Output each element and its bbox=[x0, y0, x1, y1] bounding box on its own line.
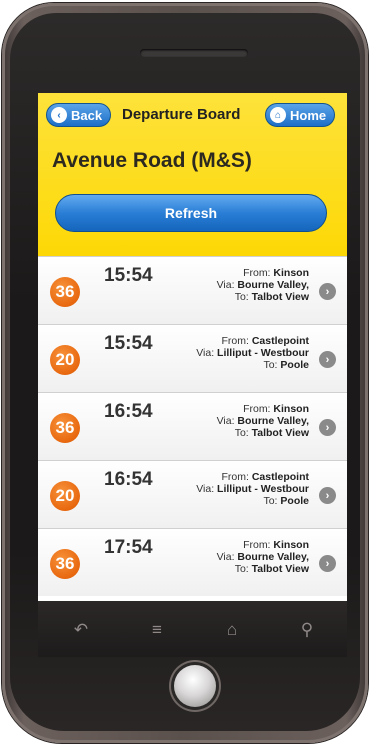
from-label: From: bbox=[243, 539, 271, 551]
home-button-label: Home bbox=[290, 107, 327, 123]
via-value: Bourne Valley, bbox=[237, 279, 309, 291]
from-value: Kinson bbox=[273, 267, 309, 279]
header-bar: ‹ Back Departure Board ⌂ Home Avenue Roa… bbox=[38, 93, 347, 256]
stop-name: Avenue Road (M&S) bbox=[52, 149, 252, 172]
refresh-button[interactable]: Refresh bbox=[55, 194, 327, 232]
chevron-left-icon: ‹ bbox=[51, 107, 67, 123]
route-badge: 20 bbox=[50, 481, 80, 511]
via-label: Via: bbox=[216, 415, 235, 427]
trackball-button[interactable] bbox=[174, 665, 216, 707]
chevron-right-icon[interactable]: › bbox=[319, 487, 336, 504]
via-label: Via: bbox=[196, 347, 215, 359]
earpiece-speaker bbox=[140, 49, 248, 57]
home-outline-icon[interactable]: ⌂ bbox=[221, 619, 243, 641]
from-value: Kinson bbox=[273, 539, 309, 551]
to-value: Poole bbox=[280, 495, 309, 507]
route-details: From: Castlepoint Via: Lilliput - Westbo… bbox=[149, 471, 309, 507]
via-value: Lilliput - Westbour bbox=[217, 347, 309, 359]
departure-list: 36 15:54 From: Kinson Via: Bourne Valley… bbox=[38, 256, 347, 596]
departure-time: 17:54 bbox=[104, 537, 153, 558]
via-label: Via: bbox=[216, 551, 235, 563]
departure-row[interactable]: 36 17:54 From: Kinson Via: Bourne Valley… bbox=[38, 528, 347, 596]
to-label: To: bbox=[234, 563, 249, 575]
route-details: From: Kinson Via: Bourne Valley, To: Tal… bbox=[149, 403, 309, 439]
back-arrow-icon[interactable]: ↶ bbox=[70, 619, 92, 641]
to-value: Talbot View bbox=[251, 291, 309, 303]
chevron-right-icon[interactable]: › bbox=[319, 351, 336, 368]
departure-row[interactable]: 36 16:54 From: Kinson Via: Bourne Valley… bbox=[38, 392, 347, 460]
menu-icon[interactable]: ≡ bbox=[146, 619, 168, 641]
app-screen: ‹ Back Departure Board ⌂ Home Avenue Roa… bbox=[38, 93, 347, 601]
departure-time: 15:54 bbox=[104, 333, 153, 354]
from-value: Kinson bbox=[273, 403, 309, 415]
via-value: Bourne Valley, bbox=[237, 415, 309, 427]
chevron-right-icon[interactable]: › bbox=[319, 419, 336, 436]
chevron-right-icon[interactable]: › bbox=[319, 283, 336, 300]
via-value: Bourne Valley, bbox=[237, 551, 309, 563]
route-details: From: Castlepoint Via: Lilliput - Westbo… bbox=[149, 335, 309, 371]
chevron-right-icon[interactable]: › bbox=[319, 555, 336, 572]
from-label: From: bbox=[221, 471, 249, 483]
departure-time: 16:54 bbox=[104, 469, 153, 490]
from-label: From: bbox=[243, 267, 271, 279]
to-value: Talbot View bbox=[251, 563, 309, 575]
departure-row[interactable]: 20 16:54 From: Castlepoint Via: Lilliput… bbox=[38, 460, 347, 528]
to-label: To: bbox=[263, 495, 278, 507]
to-value: Talbot View bbox=[251, 427, 309, 439]
route-badge: 36 bbox=[50, 413, 80, 443]
from-value: Castlepoint bbox=[251, 335, 309, 347]
home-button[interactable]: ⌂ Home bbox=[265, 103, 336, 127]
from-value: Castlepoint bbox=[251, 471, 309, 483]
departure-time: 15:54 bbox=[104, 265, 153, 286]
route-badge: 36 bbox=[50, 277, 80, 307]
house-icon: ⌂ bbox=[270, 107, 286, 123]
to-label: To: bbox=[263, 359, 278, 371]
route-badge: 36 bbox=[50, 549, 80, 579]
route-details: From: Kinson Via: Bourne Valley, To: Tal… bbox=[149, 539, 309, 575]
search-icon[interactable]: ⚲ bbox=[296, 619, 318, 641]
route-badge: 20 bbox=[50, 345, 80, 375]
back-button[interactable]: ‹ Back bbox=[46, 103, 112, 127]
departure-time: 16:54 bbox=[104, 401, 153, 422]
back-button-label: Back bbox=[71, 107, 103, 123]
android-softkey-bar: ↶ ≡ ⌂ ⚲ bbox=[38, 601, 347, 657]
via-label: Via: bbox=[196, 483, 215, 495]
from-label: From: bbox=[221, 335, 249, 347]
to-value: Poole bbox=[280, 359, 309, 371]
to-label: To: bbox=[234, 291, 249, 303]
via-label: Via: bbox=[216, 279, 235, 291]
departure-row[interactable]: 20 15:54 From: Castlepoint Via: Lilliput… bbox=[38, 324, 347, 392]
via-value: Lilliput - Westbour bbox=[217, 483, 309, 495]
from-label: From: bbox=[243, 403, 271, 415]
departure-row[interactable]: 36 15:54 From: Kinson Via: Bourne Valley… bbox=[38, 256, 347, 324]
route-details: From: Kinson Via: Bourne Valley, To: Tal… bbox=[149, 267, 309, 303]
page-title: Departure Board bbox=[122, 106, 241, 123]
to-label: To: bbox=[234, 427, 249, 439]
